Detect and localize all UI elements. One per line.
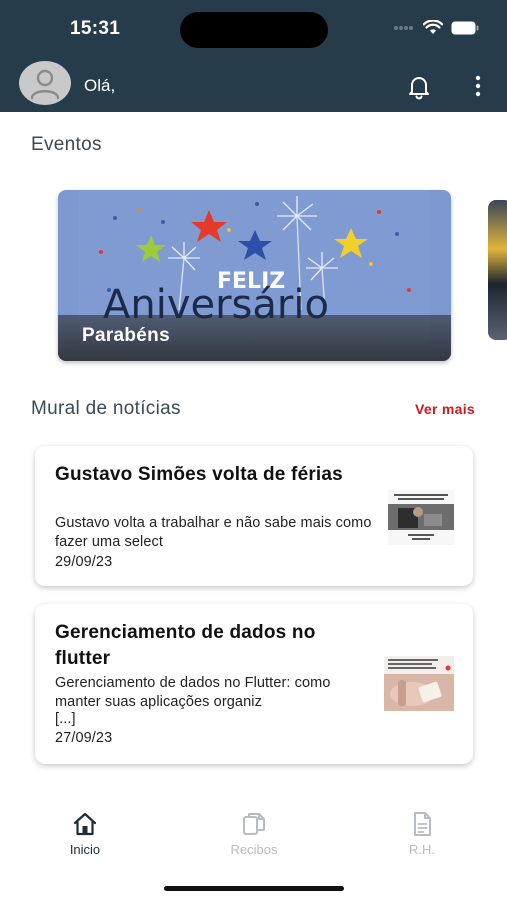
- news-card[interactable]: Gerenciamento de dados no flutter Gerenc…: [35, 604, 473, 764]
- news-thumbnail: [388, 490, 454, 545]
- news-date: 27/09/23: [55, 730, 113, 746]
- news-thumbnail: [384, 656, 454, 711]
- user-icon: [30, 69, 60, 100]
- bell-icon[interactable]: [406, 74, 432, 100]
- status-icons: [393, 20, 479, 35]
- bottom-navigation: Inicio Recibos R.H.: [0, 810, 507, 870]
- home-indicator[interactable]: [164, 886, 344, 891]
- home-icon: [73, 812, 97, 836]
- receipts-icon: [243, 813, 265, 835]
- status-time: 15:31: [70, 18, 121, 39]
- event-label: Parabéns: [82, 325, 170, 346]
- nav-label-inicio: Inicio: [69, 842, 101, 857]
- nav-item-inicio[interactable]: Inicio: [35, 810, 135, 857]
- cellular-icon: [394, 25, 413, 30]
- see-more-link[interactable]: Ver mais: [415, 401, 475, 417]
- nav-label-recibos: Recibos: [230, 842, 278, 857]
- greeting-text: Olá,: [84, 76, 116, 95]
- news-section-title: Mural de notícias: [31, 398, 181, 419]
- news-description: Gustavo volta a trabalhar e não sabe mai…: [55, 515, 372, 550]
- next-event-card[interactable]: [488, 200, 507, 340]
- nav-item-recibos[interactable]: Recibos: [204, 810, 304, 857]
- dynamic-island: [180, 12, 328, 48]
- event-card[interactable]: FELIZ Aniversário Parabéns: [58, 190, 451, 361]
- news-description: Gerenciamento de dados no Flutter: como …: [55, 675, 331, 710]
- document-icon: [414, 812, 431, 836]
- news-title: Gustavo Simões volta de férias: [55, 464, 343, 485]
- more-options-icon[interactable]: [470, 74, 486, 98]
- events-section-title: Eventos: [31, 134, 102, 155]
- news-title: Gerenciamento de dados no flutter: [55, 622, 316, 669]
- nav-item-rh[interactable]: R.H.: [372, 810, 472, 857]
- news-card[interactable]: Gustavo Simões volta de férias Gustavo v…: [35, 446, 473, 586]
- wifi-icon: [423, 20, 443, 34]
- news-date: 29/09/23: [55, 554, 113, 570]
- app-header: 15:31 Olá,: [0, 0, 507, 112]
- news-ellipsis: [...]: [55, 711, 76, 727]
- battery-icon: [451, 21, 479, 34]
- avatar[interactable]: [19, 61, 71, 105]
- nav-label-rh: R.H.: [409, 842, 435, 857]
